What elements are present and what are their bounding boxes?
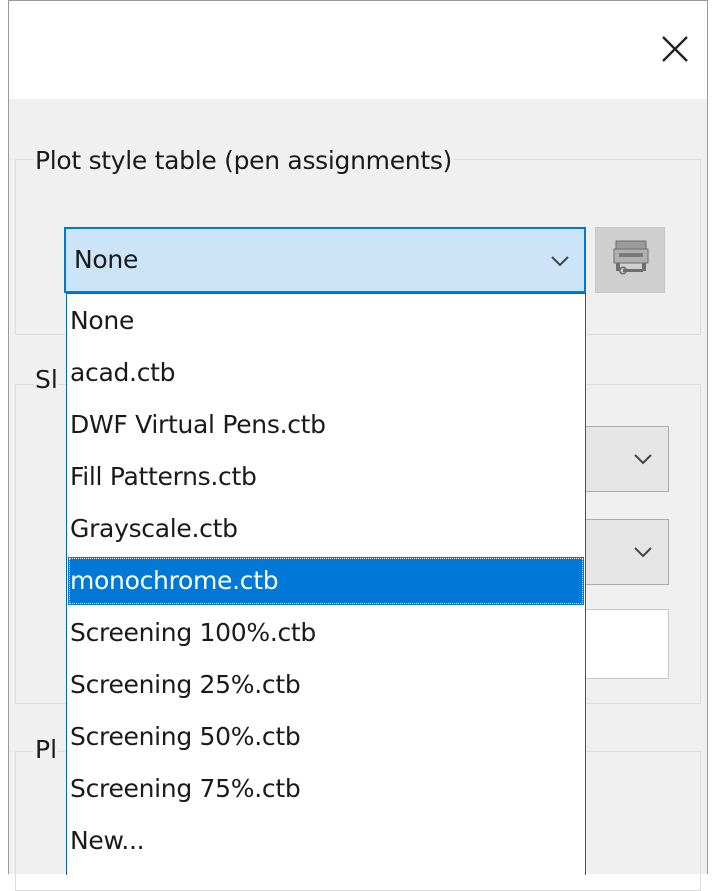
edit-plot-style-button[interactable] — [595, 227, 665, 293]
dropdown-option-dwf-virtual-pens[interactable]: DWF Virtual Pens.ctb — [68, 401, 584, 449]
chevron-down-icon — [551, 256, 569, 267]
dropdown-option-fill-patterns[interactable]: Fill Patterns.ctb — [68, 453, 584, 501]
title-bar — [9, 1, 707, 99]
plot-style-combo[interactable]: None — [64, 227, 586, 293]
chevron-down-icon — [634, 454, 652, 465]
dropdown-option-grayscale[interactable]: Grayscale.ctb — [68, 505, 584, 553]
dropdown-option-screening-50[interactable]: Screening 50%.ctb — [68, 713, 584, 761]
dropdown-option-screening-25[interactable]: Screening 25%.ctb — [68, 661, 584, 709]
page-setup-dialog: Plot style table (pen assignments) Sl Pl… — [8, 0, 708, 891]
dropdown-option-none[interactable]: None — [68, 297, 584, 345]
dropdown-option-monochrome[interactable]: monochrome.ctb — [68, 557, 584, 605]
plot-style-selected-value: None — [74, 245, 139, 274]
chevron-down-icon — [634, 547, 652, 558]
plot-style-editor-icon — [613, 240, 649, 275]
plot-style-group-title: Plot style table (pen assignments) — [33, 146, 455, 176]
dropdown-option-screening-75[interactable]: Screening 75%.ctb — [68, 765, 584, 813]
dropdown-option-screening-100[interactable]: Screening 100%.ctb — [68, 609, 584, 657]
shaded-viewport-group-title: Sl — [33, 365, 58, 395]
close-button[interactable] — [653, 27, 697, 71]
dropdown-option-new[interactable]: New... — [68, 817, 584, 865]
plot-options-group-title: Pl — [33, 735, 58, 765]
dropdown-option-acad[interactable]: acad.ctb — [68, 349, 584, 397]
plot-style-dropdown-list: None acad.ctb DWF Virtual Pens.ctb Fill … — [66, 293, 586, 875]
close-icon — [662, 36, 688, 62]
